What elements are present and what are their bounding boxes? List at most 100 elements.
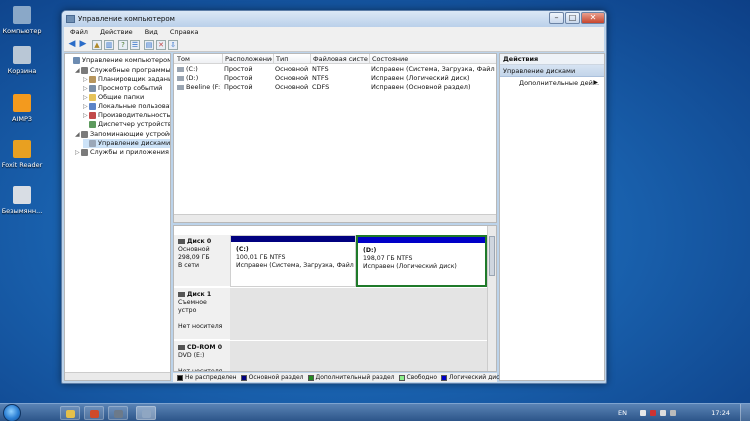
foxit-reader-icon: [13, 140, 31, 158]
shared-folders-icon: [89, 93, 96, 101]
volume-cell: Простой: [224, 65, 253, 73]
disk-info: Съемное устро: [178, 299, 207, 314]
network-icon[interactable]: [660, 410, 666, 416]
view-list-icon[interactable]: ☰: [130, 40, 140, 50]
help-icon[interactable]: ?: [118, 40, 128, 50]
legend-swatch: [441, 374, 448, 381]
properties-icon[interactable]: ▤: [144, 40, 154, 50]
more-actions-item[interactable]: Дополнительные дей... ▶: [500, 77, 604, 89]
task-scheduler-icon: [89, 75, 96, 83]
partition-0[interactable]: (C:) 100,01 ГБ NTFS Исправен (Система, Заг…: [230, 235, 363, 287]
maximize-button[interactable]: □: [565, 12, 580, 24]
disk-space-area[interactable]: (C:) 100,01 ГБ NTFS Исправен (Система, Заг…: [230, 235, 487, 287]
tree-node[interactable]: Диспетчер устройств: [83, 120, 170, 129]
actions-section-disk-management[interactable]: Управление дисками: [500, 65, 604, 77]
desktop-item-0[interactable]: Компьютер: [0, 6, 44, 35]
tree-node[interactable]: ▷ Производительность: [83, 111, 170, 120]
column-file-system[interactable]: Файловая система: [310, 54, 368, 64]
up-folder-icon[interactable]: ▲: [92, 40, 102, 50]
language-indicator[interactable]: EN: [618, 409, 627, 417]
disk-info: 298,09 ГБ: [178, 254, 210, 261]
console-tree: Управление компьютером (л ◢ Служебные прог…: [64, 53, 171, 381]
disk-name-text: Диск 1: [187, 291, 212, 298]
column-status[interactable]: Состояние: [369, 54, 496, 64]
tree-node[interactable]: ▷ Локальные пользовате: [83, 102, 170, 111]
explorer-icon: [66, 410, 75, 418]
disk-label[interactable]: CD-ROM 0 DVD (E:) Нет носителя: [174, 341, 230, 372]
taskbar-button-2[interactable]: [108, 406, 128, 420]
title-bar[interactable]: Управление компьютером – □ ✕: [62, 11, 606, 27]
disk-info: Нет носителя: [178, 368, 223, 372]
tree-node-label: Производительность: [98, 111, 171, 119]
taskbar-button-0[interactable]: [60, 406, 80, 420]
volume-list-horizontal-scrollbar[interactable]: [174, 214, 496, 222]
taskbar: EN 17:24: [0, 403, 750, 421]
menu-help[interactable]: Справка: [170, 28, 199, 36]
desktop-item-label: Безымянн...: [1, 207, 43, 215]
volume-row[interactable]: (D:) Простой Основной NTFS Исправен (Логичес…: [174, 74, 496, 83]
tree-node[interactable]: Управление дисками: [83, 139, 170, 148]
cdrom-icon: [178, 344, 185, 350]
disk-space-area[interactable]: [230, 341, 487, 371]
partition-1[interactable]: (D:) 198,07 ГБ NTFS Исправен (Логический д…: [356, 235, 487, 287]
tree-node[interactable]: ◢ Служебные программы: [75, 66, 170, 75]
disk-label[interactable]: Диск 1 Съемное устро Нет носителя: [174, 288, 230, 340]
taskbar-button-1[interactable]: [84, 406, 104, 420]
tree-node[interactable]: Управление компьютером (л: [67, 56, 170, 65]
disk-map-vertical-scrollbar[interactable]: [487, 226, 496, 371]
volume-row[interactable]: Beeline (F:) Простой Основной CDFS Исправен …: [174, 83, 496, 92]
desktop-item-label: Корзина: [7, 67, 37, 75]
start-button[interactable]: [3, 404, 21, 421]
volume-list: Том Расположение Тип Файловая система Со…: [173, 53, 497, 223]
column-volume[interactable]: Том: [177, 54, 221, 64]
volume-cell: (D:): [186, 74, 199, 82]
tree-node[interactable]: ▷ Планировщик заданий: [83, 75, 170, 84]
column-layout[interactable]: Расположение: [222, 54, 272, 64]
volume-icon: [177, 76, 184, 81]
legend-swatch: [177, 374, 183, 381]
volume-cell: Исправен (Основной раздел): [371, 83, 471, 91]
desktop-item-4[interactable]: Безымянн...: [0, 186, 44, 215]
desktop-item-1[interactable]: Корзина: [0, 46, 44, 75]
menu-action[interactable]: Действие: [100, 28, 133, 36]
volume-icon[interactable]: [670, 410, 676, 416]
disk-space-area[interactable]: [230, 288, 487, 340]
partition-status: Исправен (Система, Загрузка, Файл пс: [236, 262, 364, 269]
forward-icon[interactable]: ▶: [78, 40, 88, 50]
tree-horizontal-scrollbar[interactable]: [65, 372, 170, 380]
tree-node[interactable]: ▷ Общие папки: [83, 93, 144, 102]
desktop-item-3[interactable]: Foxit Reader: [0, 140, 44, 169]
minimize-button[interactable]: –: [549, 12, 564, 24]
tree-node[interactable]: ◢ Запоминающие устройст: [75, 130, 170, 139]
show-hidden-icons-icon[interactable]: [640, 410, 646, 416]
back-icon[interactable]: ◀: [67, 40, 77, 50]
volume-row[interactable]: (C:) Простой Основной NTFS Исправен (Система…: [174, 65, 496, 74]
legend: Не распределен Основной раздел Дополнитель…: [173, 373, 503, 382]
action-center-icon[interactable]: [650, 410, 656, 416]
network-app-icon: [114, 410, 123, 418]
close-button[interactable]: ✕: [581, 12, 605, 24]
window-title: Управление компьютером: [78, 15, 175, 23]
tree-node[interactable]: ▷ Просмотр событий: [83, 84, 162, 93]
scrollbar-thumb[interactable]: [489, 236, 495, 276]
volume-cell: Основной: [275, 65, 309, 73]
export-icon[interactable]: ⇩: [168, 40, 178, 50]
menu-view[interactable]: Вид: [145, 28, 158, 36]
more-actions-label: Дополнительные дей...: [519, 79, 600, 87]
tree-node[interactable]: ▷ Службы и приложения: [75, 148, 169, 157]
disk-label[interactable]: Диск 0 Основной 298,09 ГБ В сети: [174, 235, 230, 287]
volume-cell: Beeline (F:): [186, 83, 221, 91]
event-viewer-icon: [89, 84, 96, 92]
clock[interactable]: 17:24: [711, 409, 730, 417]
taskbar-button-3[interactable]: [136, 406, 156, 420]
legend-label: Не распределен: [185, 374, 237, 381]
volume-cell: Простой: [224, 83, 253, 91]
show-desktop-button[interactable]: [740, 404, 750, 421]
desktop-item-2[interactable]: AIMP3: [0, 94, 44, 123]
tools-icon: [81, 66, 88, 74]
disk-name: Диск 0: [178, 238, 226, 246]
show-tree-icon[interactable]: ▥: [104, 40, 114, 50]
delete-icon[interactable]: ✕: [156, 40, 166, 50]
column-type[interactable]: Тип: [273, 54, 309, 64]
menu-file[interactable]: Файл: [70, 28, 88, 36]
